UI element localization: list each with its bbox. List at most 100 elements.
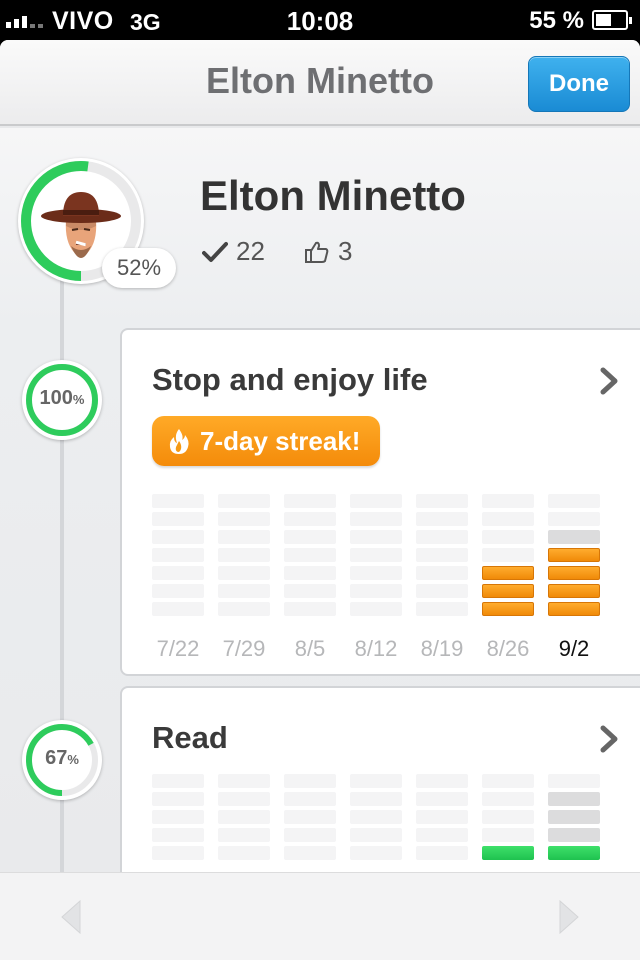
week-column <box>548 494 600 616</box>
completed-day-bar <box>548 566 600 580</box>
week-label: 8/12 <box>354 636 398 661</box>
habit-title: Stop and enjoy life <box>152 362 428 397</box>
week-label: 8/19 <box>420 636 464 661</box>
week-column <box>152 774 204 860</box>
habit-card[interactable]: Stop and enjoy life 7-day streak! 7/22 7… <box>120 328 640 676</box>
checkins-count: 22 <box>236 236 265 266</box>
empty-day-slot <box>350 792 402 806</box>
habit-progress-ring: 67% <box>22 720 102 800</box>
profile-content[interactable]: 52% Elton Minetto 22 3 100% Stop and enj… <box>0 128 640 872</box>
empty-day-slot <box>350 846 402 860</box>
chevron-right-icon[interactable] <box>596 366 622 396</box>
empty-day-slot <box>284 810 336 824</box>
empty-day-slot <box>350 810 402 824</box>
empty-day-slot <box>350 512 402 526</box>
week-column <box>152 494 204 616</box>
empty-day-slot <box>218 566 270 580</box>
weekly-bar-chart <box>152 494 600 616</box>
empty-day-slot <box>548 512 600 526</box>
empty-day-slot <box>152 584 204 598</box>
forward-arrow-icon[interactable] <box>554 897 584 937</box>
habit-card[interactable]: Read <box>120 686 640 872</box>
empty-day-slot <box>218 584 270 598</box>
empty-day-slot <box>152 512 204 526</box>
empty-day-slot <box>416 548 468 562</box>
week-column <box>218 774 270 860</box>
empty-day-slot <box>152 494 204 508</box>
flame-icon <box>169 429 189 454</box>
empty-day-slot <box>350 828 402 842</box>
empty-day-slot <box>482 828 534 842</box>
empty-day-slot <box>416 602 468 616</box>
empty-day-slot <box>350 602 402 616</box>
habit-percent-unit: % <box>72 392 85 407</box>
empty-day-slot <box>548 494 600 508</box>
empty-day-slot <box>218 494 270 508</box>
habit-percent-value: 67 <box>45 747 68 769</box>
empty-day-slot <box>218 548 270 562</box>
empty-day-slot <box>350 530 402 544</box>
navigation-bar: Elton Minetto Done <box>0 40 640 126</box>
checkmark-icon <box>202 241 228 262</box>
week-column <box>284 774 336 860</box>
empty-day-slot <box>284 512 336 526</box>
empty-day-slot <box>416 846 468 860</box>
battery-percent: 55 % <box>529 7 584 34</box>
empty-day-slot <box>284 566 336 580</box>
empty-day-slot <box>482 792 534 806</box>
empty-day-slot <box>218 774 270 788</box>
app-window: Elton Minetto Done 52% Elton Minetto 22 … <box>0 40 640 960</box>
week-column <box>218 494 270 616</box>
empty-day-slot <box>284 846 336 860</box>
empty-day-slot <box>284 792 336 806</box>
completed-day-bar <box>482 602 534 616</box>
week-label: 8/5 <box>294 636 326 661</box>
empty-day-slot <box>416 810 468 824</box>
habit-progress-ring: 100% <box>22 360 102 440</box>
completed-day-bar <box>548 584 600 598</box>
status-bar: VIVO 3G 10:08 55 % <box>0 0 640 40</box>
habit-title: Read <box>152 720 228 755</box>
empty-day-slot <box>350 566 402 580</box>
completed-day-bar <box>548 602 600 616</box>
empty-day-slot <box>482 512 534 526</box>
empty-day-slot <box>416 494 468 508</box>
empty-day-slot <box>482 810 534 824</box>
habit-percent-unit: % <box>67 752 79 767</box>
empty-day-slot <box>548 810 600 824</box>
week-column <box>416 494 468 616</box>
done-button[interactable]: Done <box>528 56 630 112</box>
chevron-right-icon[interactable] <box>596 724 622 754</box>
week-column <box>350 774 402 860</box>
empty-day-slot <box>350 548 402 562</box>
empty-day-slot <box>218 846 270 860</box>
profile-progress-label: 52% <box>102 248 176 288</box>
empty-day-slot <box>416 566 468 580</box>
empty-day-slot <box>548 774 600 788</box>
empty-day-slot <box>218 828 270 842</box>
empty-day-slot <box>482 774 534 788</box>
empty-day-slot <box>284 774 336 788</box>
empty-day-slot <box>152 810 204 824</box>
week-column <box>416 774 468 860</box>
empty-day-slot <box>218 792 270 806</box>
empty-day-slot <box>416 512 468 526</box>
week-labels: 7/22 7/29 8/5 8/12 8/19 8/26 9/2 <box>152 636 600 662</box>
thumbs-up-icon <box>305 241 329 263</box>
empty-day-slot <box>152 530 204 544</box>
empty-day-slot <box>152 548 204 562</box>
empty-day-slot <box>350 584 402 598</box>
week-column <box>284 494 336 616</box>
empty-day-slot <box>416 774 468 788</box>
week-column <box>548 774 600 860</box>
empty-day-slot <box>218 512 270 526</box>
empty-day-slot <box>416 792 468 806</box>
battery-icon <box>592 10 632 30</box>
back-arrow-icon[interactable] <box>56 897 86 937</box>
week-label: 8/26 <box>486 636 530 661</box>
likes-stat: 3 <box>304 236 352 267</box>
likes-count: 3 <box>338 236 353 266</box>
empty-day-slot <box>548 828 600 842</box>
empty-day-slot <box>416 530 468 544</box>
completed-day-bar <box>482 846 534 860</box>
